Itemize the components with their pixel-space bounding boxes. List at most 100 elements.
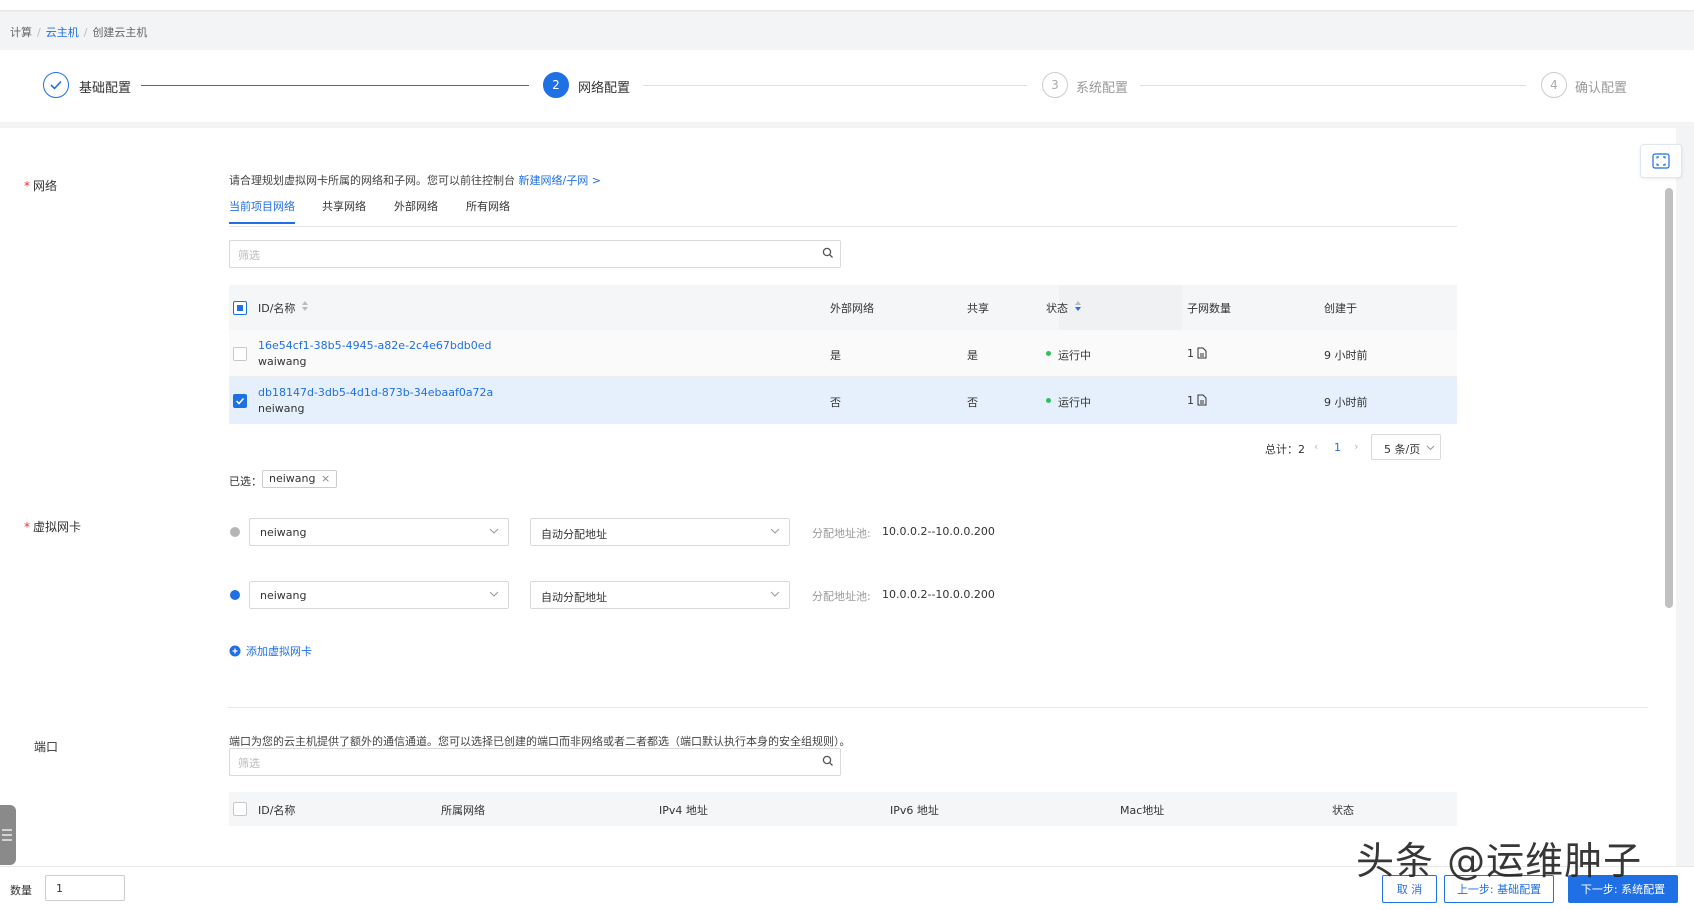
nic-1-pool-label: 分配地址池:	[812, 527, 871, 540]
port-search-input[interactable]: 筛选	[229, 748, 841, 776]
port-select-all-checkbox[interactable]	[233, 802, 247, 816]
search-icon	[822, 247, 834, 262]
network-hint: 请合理规划虚拟网卡所属的网络和子网。您可以前往控制台 新建网络/子网 >	[229, 174, 601, 187]
port-col-ipv6: IPv6 地址	[890, 804, 939, 817]
search-icon	[822, 755, 834, 770]
scrollbar-thumb[interactable]	[1665, 188, 1673, 608]
breadcrumb: 计算 / 云主机 / 创建云主机	[10, 26, 148, 39]
network-name: waiwang	[258, 355, 307, 368]
sort-icon[interactable]	[1074, 300, 1082, 315]
step-2-number: 2	[543, 72, 569, 98]
breadcrumb-ecs[interactable]: 云主机	[46, 26, 79, 39]
col-created: 创建于	[1324, 302, 1357, 315]
port-table-header: ID/名称 所属网络 IPv4 地址 IPv6 地址 Mac地址 状态	[229, 792, 1457, 826]
breadcrumb-compute[interactable]: 计算	[10, 26, 32, 39]
tab-shared[interactable]: 共享网络	[322, 198, 366, 222]
watermark: 头条 @运维肿子	[1356, 839, 1643, 883]
step-2-label: 网络配置	[578, 81, 631, 96]
step-3-number: 3	[1042, 72, 1068, 98]
breadcrumb-current: 创建云主机	[92, 26, 148, 39]
step-4-number: 4	[1541, 72, 1567, 98]
created-value: 9 小时前	[1324, 349, 1368, 362]
nic-2-mode-select[interactable]: 自动分配地址	[530, 581, 790, 609]
chevron-down-icon	[769, 588, 781, 603]
add-nic-button[interactable]: 添加虚拟网卡	[229, 643, 312, 659]
nic-2-network-select[interactable]: neiwang	[249, 581, 509, 609]
col-subnets: 子网数量	[1187, 302, 1231, 315]
selected-tag: neiwang ×	[262, 470, 338, 488]
document-icon[interactable]	[1197, 394, 1207, 409]
port-col-ipv4: IPv4 地址	[659, 804, 708, 817]
create-network-link[interactable]: 新建网络/子网 >	[519, 174, 601, 187]
menu-icon	[2, 829, 12, 841]
nic-1-radio[interactable]	[230, 527, 240, 537]
col-external: 外部网络	[830, 302, 874, 315]
port-col-id: ID/名称	[258, 804, 296, 817]
status-value: 运行中	[1058, 396, 1091, 409]
chevron-down-icon	[488, 588, 500, 603]
subnet-count: 1	[1187, 394, 1194, 407]
stepper: 基础配置 2 网络配置 3 系统配置 4 确认配置	[0, 50, 1694, 122]
tab-all[interactable]: 所有网络	[466, 198, 510, 222]
network-label: * 网络	[24, 179, 58, 193]
table-row[interactable]: 16e54cf1-38b5-4945-a82e-2c4e67bdb0ed wai…	[229, 330, 1457, 377]
shared-value: 是	[967, 349, 978, 362]
close-icon[interactable]: ×	[321, 472, 330, 485]
nic-label: * 虚拟网卡	[24, 520, 82, 534]
network-id[interactable]: db18147d-3db5-4d1d-873b-34ebaaf0a72a	[258, 386, 493, 399]
selected-label: 已选：	[229, 475, 262, 488]
port-col-status: 状态	[1332, 804, 1354, 817]
document-icon[interactable]	[1197, 347, 1207, 362]
col-status[interactable]: 状态	[1046, 300, 1068, 316]
plus-circle-icon	[229, 645, 241, 657]
nic-1-network-select[interactable]: neiwang	[249, 518, 509, 546]
col-shared: 共享	[967, 302, 989, 315]
row-checkbox[interactable]	[233, 394, 247, 408]
step-1-check-icon	[43, 72, 69, 98]
page-size-select[interactable]: 5 条/页	[1371, 434, 1441, 460]
chevron-down-icon	[1426, 441, 1435, 455]
external-value: 是	[830, 349, 841, 362]
nic-2-pool-value: 10.0.0.2--10.0.0.200	[882, 588, 995, 601]
chevron-down-icon	[769, 525, 781, 540]
step-line-2	[643, 85, 1027, 86]
quantity-label: 数量	[10, 884, 32, 897]
table-row[interactable]: db18147d-3db5-4d1d-873b-34ebaaf0a72a nei…	[229, 377, 1457, 424]
tab-current-project[interactable]: 当前项目网络	[229, 198, 295, 224]
nic-2-pool-label: 分配地址池:	[812, 590, 871, 603]
external-value: 否	[830, 396, 841, 409]
step-3-label: 系统配置	[1076, 81, 1129, 96]
shared-value: 否	[967, 396, 978, 409]
prev-page-icon[interactable]: ‹	[1314, 440, 1318, 453]
col-id[interactable]: ID/名称	[258, 300, 295, 316]
network-tabs: 当前项目网络 共享网络 外部网络 所有网络	[229, 198, 1457, 227]
select-all-checkbox[interactable]	[233, 301, 247, 315]
section-divider	[228, 707, 1648, 708]
quantity-input[interactable]: 1	[45, 875, 125, 901]
network-name: neiwang	[258, 402, 305, 415]
nic-1-pool-value: 10.0.0.2--10.0.0.200	[882, 525, 995, 538]
current-page[interactable]: 1	[1334, 441, 1341, 454]
step-line-3	[1140, 85, 1526, 86]
network-table-header: ID/名称 外部网络 共享 状态 子网数量 创建于	[229, 285, 1457, 330]
nic-2-radio[interactable]	[230, 590, 240, 600]
tab-external[interactable]: 外部网络	[394, 198, 438, 222]
nic-1-mode-select[interactable]: 自动分配地址	[530, 518, 790, 546]
fullscreen-button[interactable]	[1640, 144, 1682, 178]
network-id[interactable]: 16e54cf1-38b5-4945-a82e-2c4e67bdb0ed	[258, 339, 492, 352]
sort-icon[interactable]	[301, 300, 309, 315]
step-4-label: 确认配置	[1575, 81, 1628, 96]
pagination-total: 总计：2	[1265, 443, 1305, 456]
fullscreen-icon	[1652, 153, 1670, 169]
created-value: 9 小时前	[1324, 396, 1368, 409]
subnet-count: 1	[1187, 347, 1194, 360]
next-page-icon[interactable]: ›	[1354, 440, 1358, 453]
row-checkbox[interactable]	[233, 347, 247, 361]
port-col-mac: Mac地址	[1120, 804, 1165, 817]
side-menu-tab[interactable]	[0, 805, 16, 865]
status-value: 运行中	[1058, 349, 1091, 362]
step-line-1	[141, 85, 529, 86]
status-dot	[1046, 398, 1051, 403]
network-search-input[interactable]: 筛选	[229, 240, 841, 268]
top-bar	[0, 0, 1694, 10]
